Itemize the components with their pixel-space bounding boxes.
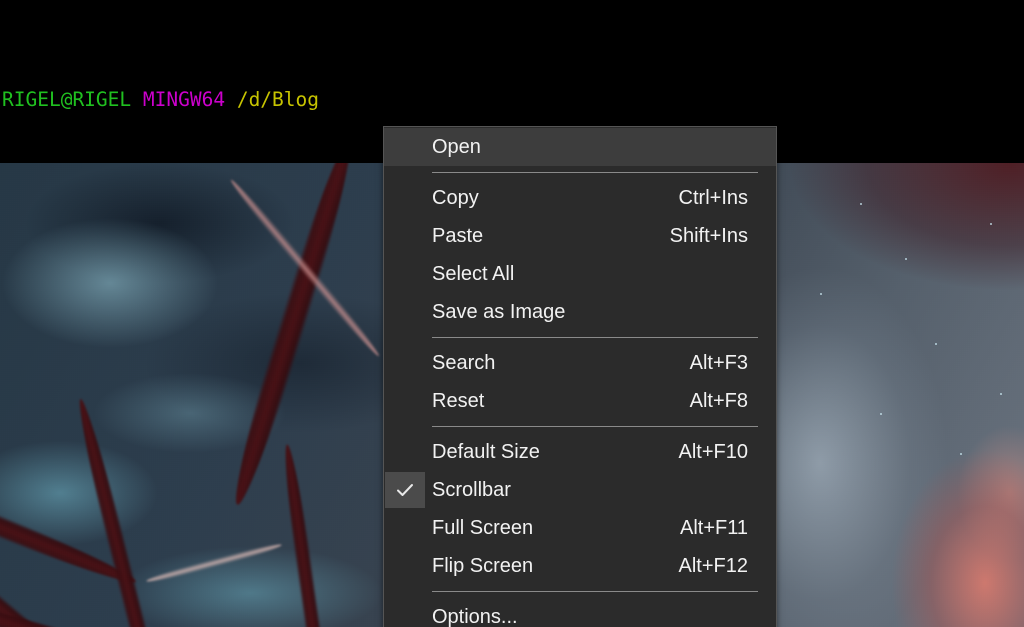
screen-root: RIGEL@RIGEL MINGW64 /d/Blog $ hexo s INF… — [0, 0, 1024, 627]
menu-item-scrollbar[interactable]: Scrollbar — [384, 471, 776, 509]
prompt-path: /d/Blog — [236, 88, 320, 111]
menu-item-flip-screen[interactable]: Flip Screen Alt+F12 — [384, 547, 776, 585]
prompt-shell: MINGW64 — [142, 88, 226, 111]
menu-separator — [432, 337, 758, 338]
menu-item-label: Copy — [432, 186, 479, 209]
menu-item-reset[interactable]: Reset Alt+F8 — [384, 382, 776, 420]
menu-item-accelerator: Alt+F3 — [689, 351, 748, 374]
terminal-prompt-line: RIGEL@RIGEL MINGW64 /d/Blog — [2, 87, 1024, 113]
menu-item-accelerator: Ctrl+Ins — [678, 186, 748, 209]
menu-item-label: Paste — [432, 224, 484, 247]
prompt-user-host: RIGEL@RIGEL — [2, 88, 132, 111]
menu-item-open[interactable]: Open — [384, 128, 776, 166]
menu-item-accelerator: Alt+F11 — [680, 516, 748, 539]
menu-item-label: Search — [432, 351, 496, 374]
menu-item-label: Scrollbar — [432, 478, 511, 501]
menu-item-default-size[interactable]: Default Size Alt+F10 — [384, 433, 776, 471]
menu-item-paste[interactable]: Paste Shift+Ins — [384, 217, 776, 255]
menu-item-save-as-image[interactable]: Save as Image — [384, 293, 776, 331]
menu-separator — [432, 172, 758, 173]
menu-item-search[interactable]: Search Alt+F3 — [384, 344, 776, 382]
menu-item-label: Options... — [432, 605, 518, 627]
menu-item-accelerator: Alt+F8 — [689, 389, 748, 412]
menu-item-select-all[interactable]: Select All — [384, 255, 776, 293]
menu-separator — [432, 591, 758, 592]
menu-separator — [432, 426, 758, 427]
menu-item-full-screen[interactable]: Full Screen Alt+F11 — [384, 509, 776, 547]
menu-item-accelerator: Alt+F10 — [678, 440, 748, 463]
menu-item-label: Default Size — [432, 440, 540, 463]
menu-item-options[interactable]: Options... — [384, 598, 776, 627]
menu-item-accelerator: Alt+F12 — [678, 554, 748, 577]
menu-item-label: Reset — [432, 389, 485, 412]
menu-item-label: Open — [432, 135, 481, 158]
terminal-context-menu[interactable]: Open Copy Ctrl+Ins Paste Shift+Ins Selec… — [383, 126, 777, 627]
menu-item-label: Select All — [432, 262, 515, 285]
menu-item-copy[interactable]: Copy Ctrl+Ins — [384, 179, 776, 217]
menu-item-label: Save as Image — [432, 300, 566, 323]
menu-item-accelerator: Shift+Ins — [669, 224, 748, 247]
menu-item-label: Flip Screen — [432, 554, 534, 577]
checkmark-icon — [385, 472, 425, 508]
menu-item-label: Full Screen — [432, 516, 534, 539]
